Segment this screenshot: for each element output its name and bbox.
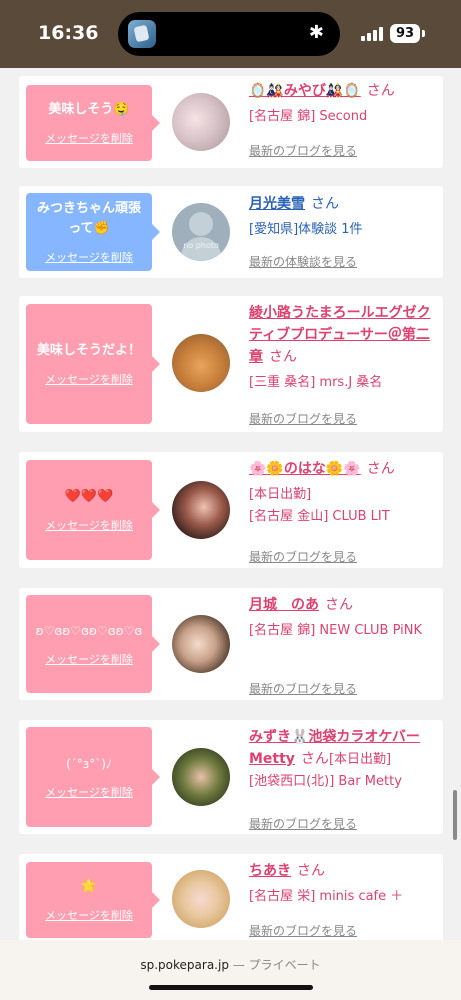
avatar[interactable]: no photo xyxy=(172,203,230,261)
delete-message-link[interactable]: メッセージを削除 xyxy=(45,130,133,146)
honorific: さん xyxy=(311,196,339,212)
list-item: みつきちゃん頑張って✊ メッセージを削除 no photo 月光美雪 さん [愛知… xyxy=(19,186,443,278)
honorific: さん xyxy=(269,349,297,365)
profile-name-link[interactable]: 月光美雪 xyxy=(249,196,305,212)
profile-info: みずき🐰池袋カラオケバーMetty さん[本日出勤] [池袋西口(北)] Bar … xyxy=(249,726,437,831)
shop-label: [本日出勤] xyxy=(249,487,312,502)
list-item: ❤️❤️❤️ メッセージを削除 🌸🌼のはな🌼🌸 さん [本日出勤] [名古屋 金山… xyxy=(19,452,443,568)
profile-name-link[interactable]: 月城 のあ xyxy=(249,597,319,613)
profile-info: 月城 のあ さん [名古屋 錦] NEW CLUB PiNK 最新のブログを見る xyxy=(249,594,437,696)
signal-icon xyxy=(361,27,383,41)
url-text: sp.pokepara.jp — プライベート xyxy=(0,956,461,973)
blog-link[interactable]: 最新のブログを見る xyxy=(249,410,357,427)
honorific: さん xyxy=(325,597,353,613)
battery-icon: 93 xyxy=(390,24,420,43)
honorific: さん xyxy=(366,83,395,99)
profile-info: 綾小路うたまろールエグゼクティブプロデューサー＠第二章 さん [三重 桑名] mr… xyxy=(249,302,437,426)
message-text: 美味しそう🤤 xyxy=(48,102,130,117)
honorific: さん xyxy=(300,751,329,767)
honorific: さん xyxy=(297,863,325,879)
message-bubble: みつきちゃん頑張って✊ メッセージを削除 xyxy=(26,193,160,271)
message-bubble: ❤️❤️❤️ メッセージを削除 xyxy=(26,460,160,560)
avatar[interactable] xyxy=(172,615,230,673)
app-icon xyxy=(128,20,156,48)
blog-link[interactable]: 最新のブログを見る xyxy=(249,142,357,159)
shop-label: [愛知県]体験談 1件 xyxy=(249,222,363,237)
shop-label: [名古屋 栄] minis cafe ＋ xyxy=(249,889,404,904)
blog-link[interactable]: 最新のブログを見る xyxy=(249,680,357,697)
blog-link[interactable]: 最新の体験談を見る xyxy=(249,253,357,270)
profile-name-link[interactable]: ちあき xyxy=(249,863,291,879)
list-item: ʚ♡ɞʚ♡ɞʚ♡ɞʚ♡ɞ メッセージを削除 月城 のあ さん [名古屋 錦] NE… xyxy=(19,588,443,700)
list-item: 美味しそう🤤 メッセージを削除 🪞🎎みやび🎎🪞 さん [名古屋 錦] Second… xyxy=(19,76,443,168)
shop-label: [三重 桑名] mrs.J 桑名 xyxy=(249,375,383,390)
home-indicator[interactable] xyxy=(149,985,313,990)
blog-link[interactable]: 最新のブログを見る xyxy=(249,815,357,832)
profile-name-link[interactable]: 🌸🌼のはな🌼🌸 xyxy=(249,461,361,477)
avatar[interactable] xyxy=(172,334,230,392)
no-photo-label: no photo xyxy=(183,241,219,250)
delete-message-link[interactable]: メッセージを削除 xyxy=(45,371,133,387)
domain-text: sp.pokepara.jp xyxy=(140,958,229,972)
message-text: ❤️❤️❤️ xyxy=(64,489,114,504)
avatar[interactable] xyxy=(172,93,230,151)
message-bubble: ʚ♡ɞʚ♡ɞʚ♡ɞʚ♡ɞ メッセージを削除 xyxy=(26,595,160,693)
profile-info: 月光美雪 さん [愛知県]体験談 1件 最新の体験談を見る xyxy=(249,193,437,269)
delete-message-link[interactable]: メッセージを削除 xyxy=(45,907,133,923)
delete-message-link[interactable]: メッセージを削除 xyxy=(45,517,133,533)
message-text: ʚ♡ɞʚ♡ɞʚ♡ɞʚ♡ɞ xyxy=(35,624,143,638)
delete-message-link[interactable]: メッセージを削除 xyxy=(45,249,133,265)
profile-info: 🌸🌼のはな🌼🌸 さん [本日出勤] [名古屋 金山] CLUB LIT 最新のブロ… xyxy=(249,458,437,564)
profile-name-link[interactable]: 🪞🎎みやび🎎🪞 xyxy=(249,83,361,99)
battery-tip xyxy=(422,30,425,37)
status-time: 16:36 xyxy=(38,22,99,44)
message-bubble: 美味しそうだよ！ メッセージを削除 xyxy=(26,304,160,424)
status-bar: 16:36 ✱ 93 xyxy=(0,0,461,68)
profile-info: ちあき さん [名古屋 栄] minis cafe ＋ 最新のブログを見る xyxy=(249,860,437,938)
bluetooth-icon: ✱ xyxy=(308,22,324,43)
avatar[interactable] xyxy=(172,748,230,806)
shop-label-2: [名古屋 金山] CLUB LIT xyxy=(249,509,390,524)
message-text: 美味しそうだよ！ xyxy=(36,343,141,358)
dynamic-island: ✱ xyxy=(118,12,340,56)
avatar[interactable] xyxy=(172,481,230,539)
blog-link[interactable]: 最新のブログを見る xyxy=(249,548,357,565)
delete-message-link[interactable]: メッセージを削除 xyxy=(45,651,133,667)
scrollbar[interactable] xyxy=(453,790,457,840)
message-text: (´°з°`)ﾉ xyxy=(66,757,112,771)
message-text: 🌟 xyxy=(80,879,98,894)
browser-url-bar[interactable]: sp.pokepara.jp — プライベート xyxy=(0,940,461,1000)
list-item: (´°з°`)ﾉ メッセージを削除 みずき🐰池袋カラオケバーMetty さん[本日… xyxy=(19,720,443,834)
avatar-head xyxy=(189,212,213,236)
list-item: 美味しそうだよ！ メッセージを削除 綾小路うたまろールエグゼクティブプロデューサ… xyxy=(19,296,443,432)
avatar[interactable] xyxy=(172,870,230,928)
blog-link[interactable]: 最新のブログを見る xyxy=(249,922,357,939)
list-item: 🌟 メッセージを削除 ちあき さん [名古屋 栄] minis cafe ＋ 最新… xyxy=(19,854,443,940)
private-mode-label: — プライベート xyxy=(232,958,321,972)
shop-label: [名古屋 錦] NEW CLUB PiNK xyxy=(249,623,422,638)
honorific: さん xyxy=(366,461,395,477)
message-list: 美味しそう🤤 メッセージを削除 🪞🎎みやび🎎🪞 さん [名古屋 錦] Second… xyxy=(0,68,461,940)
shop-label: [池袋西口(北)] Bar Metty xyxy=(249,774,402,789)
shop-status-inline: [本日出勤] xyxy=(328,752,392,767)
profile-info: 🪞🎎みやび🎎🪞 さん [名古屋 錦] Second 最新のブログを見る xyxy=(249,80,437,158)
shop-label: [名古屋 錦] Second xyxy=(249,109,368,124)
message-text: みつきちゃん頑張って✊ xyxy=(36,201,141,236)
delete-message-link[interactable]: メッセージを削除 xyxy=(45,784,133,800)
message-bubble: 🌟 メッセージを削除 xyxy=(26,862,160,938)
message-bubble: 美味しそう🤤 メッセージを削除 xyxy=(26,85,160,161)
message-bubble: (´°з°`)ﾉ メッセージを削除 xyxy=(26,727,160,827)
